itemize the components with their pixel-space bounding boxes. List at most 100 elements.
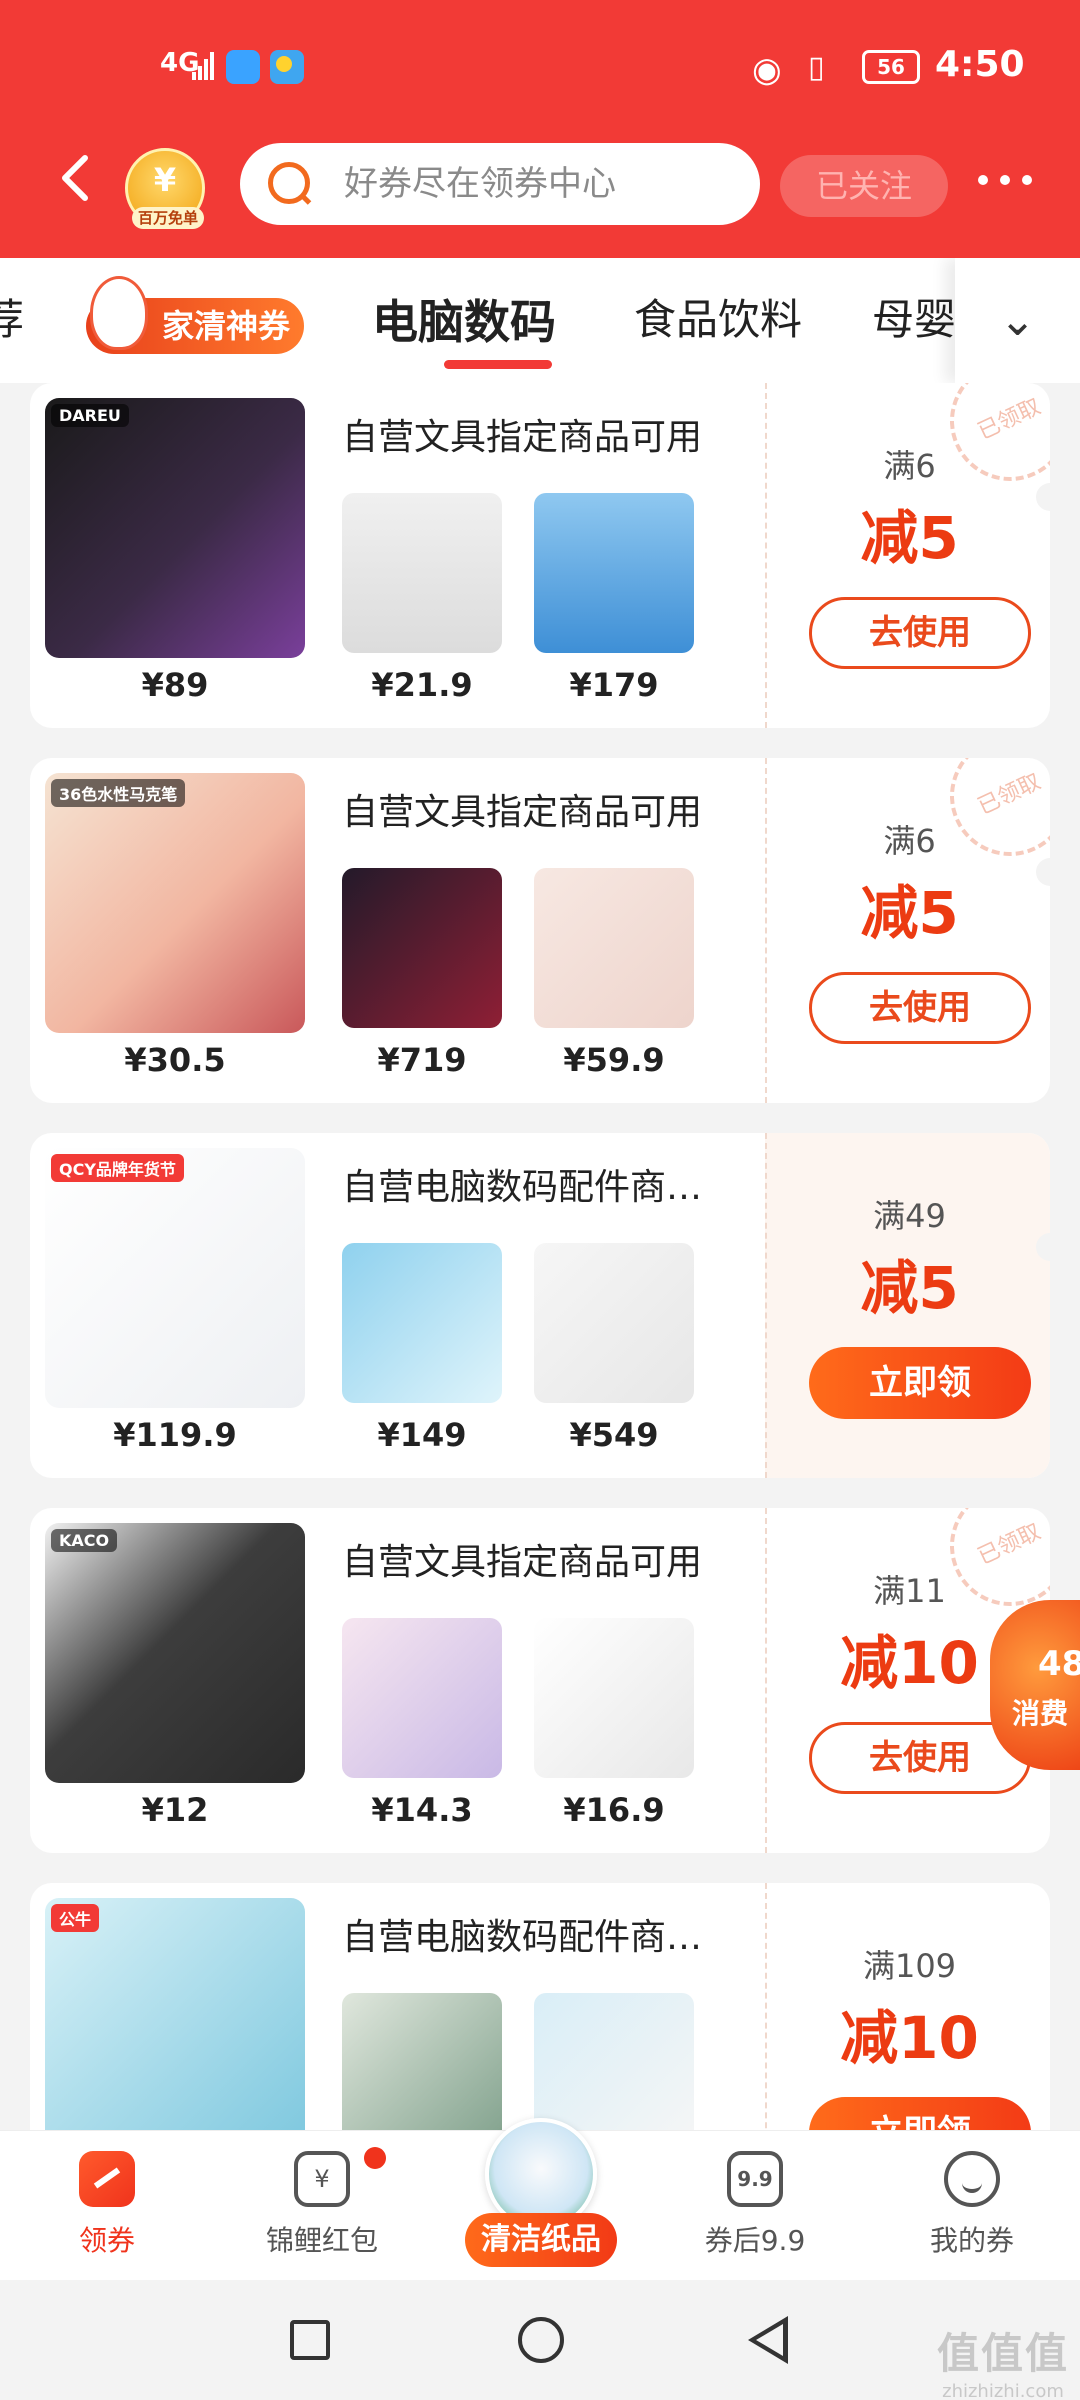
back-triangle-icon[interactable] [748, 2316, 788, 2364]
product-thumb-rog-keyboard[interactable] [342, 868, 502, 1028]
floating-consumption-promo[interactable]: 48 消费 [990, 1600, 1080, 1770]
product-image-power-strip[interactable]: 公牛 [45, 1898, 305, 2130]
product-image-markers[interactable]: 36色水性马克笔 [45, 773, 305, 1033]
product-image-earbuds[interactable]: QCY品牌年货节 [45, 1148, 305, 1408]
nav-cleaning-paper[interactable]: 清洁纸品 [465, 2118, 617, 2268]
nav-my-coupons[interactable]: 我的券 [882, 2151, 1062, 2259]
more-button[interactable] [975, 160, 1045, 206]
product-thumb-laptop-stand[interactable] [342, 1993, 502, 2130]
tab-recommend[interactable]: 荐 [0, 286, 24, 347]
yuan-icon: ¥ [153, 161, 177, 199]
product-brand-tag: DAREU [51, 404, 129, 427]
coupon-card[interactable]: KACO ¥12 自营文具指定商品可用 ¥14.3 ¥16.9 已领取 满11 … [30, 1508, 1050, 1853]
more-dots-icon [978, 175, 1032, 185]
product-image-gaming-mouse[interactable]: DAREU [45, 398, 305, 658]
watermark: 值值值 zhizhizhi.com [928, 2320, 1078, 2400]
coupon-title: 自营文具指定商品可用 [342, 417, 703, 458]
coupon-title: 自营文具指定商品可用 [342, 1542, 703, 1583]
watermark-logo: 值值值 [936, 2329, 1069, 2378]
nav-label: 清洁纸品 [465, 2213, 617, 2267]
system-nav-bar [0, 2280, 1080, 2400]
thumb-price: ¥14.3 [371, 1791, 473, 1829]
coupon-offer: 满49 减5 立即领 [765, 1133, 1050, 1478]
nav-label: 领券 [78, 2224, 135, 2257]
status-bar: 4G ◉ ▯ 56 4:50 [0, 0, 1080, 135]
nav-coupons[interactable]: 领券 [17, 2151, 197, 2259]
thumb-price: ¥16.9 [563, 1791, 665, 1829]
recent-apps-icon[interactable] [290, 2320, 330, 2360]
tab-promo-home-clean[interactable]: 家清神券 [86, 276, 304, 354]
product-thumb-oppo-earbuds[interactable] [534, 1993, 694, 2130]
product-thumb-keyboard[interactable] [534, 493, 694, 653]
product-brand-tag: KACO [51, 1529, 118, 1552]
product-thumb-acer-mouse[interactable] [534, 1618, 694, 1778]
claim-coupon-button[interactable]: 立即领 [809, 2097, 1031, 2130]
search-icon [268, 162, 310, 204]
chevron-down-icon: ⌄ [999, 295, 1036, 346]
rabbit-mascot-icon [90, 276, 148, 350]
product-thumb-oppo-earbuds[interactable] [342, 1243, 502, 1403]
coupon-condition: 满109 [862, 1947, 957, 1985]
product-image-pencil-box[interactable]: KACO [45, 1523, 305, 1783]
use-coupon-button[interactable]: 去使用 [809, 597, 1031, 669]
use-coupon-button[interactable]: 去使用 [809, 972, 1031, 1044]
coupon-amount: 减5 [860, 504, 959, 572]
coupon-condition: 满11 [873, 1572, 946, 1610]
coupon-amount: 减5 [860, 879, 959, 947]
coupon-condition: 满49 [873, 1197, 946, 1235]
product-thumb-pink-pens[interactable] [342, 1618, 502, 1778]
thumb-price: ¥719 [377, 1041, 467, 1079]
nav-label: 锦鲤红包 [265, 2224, 378, 2257]
follow-button[interactable]: 已关注 [780, 155, 948, 217]
tab-mother-baby[interactable]: 母婴 [872, 286, 956, 347]
back-button[interactable] [55, 148, 99, 208]
nav-lucky-red-packet[interactable]: ¥ 锦鲤红包 [232, 2147, 412, 2259]
coupon-card[interactable]: 公牛 自营电脑数码配件商… 满109 减10 立即领 [30, 1883, 1050, 2130]
vibrate-icon: ▯ [808, 50, 825, 85]
free-order-badge[interactable]: ¥ 百万免单 [125, 148, 205, 229]
tab-promo-label: 家清神券 [161, 307, 290, 345]
search-bar[interactable]: 好券尽在领券中心 [240, 143, 760, 225]
eye-comfort-icon: ◉ [752, 50, 782, 90]
thumb-price: ¥549 [569, 1416, 659, 1454]
coupon-condition: 满6 [883, 822, 936, 860]
product-thumb-pink-mouse[interactable] [534, 868, 694, 1028]
thumb-price: ¥179 [569, 666, 659, 704]
category-tabs: 荐 家清神券 电脑数码 食品饮料 母婴 ⌄ [0, 258, 1080, 383]
product-thumb-storage-case[interactable] [534, 1243, 694, 1403]
product-brand-tag: 36色水性马克笔 [51, 779, 186, 807]
signal-icon [192, 52, 214, 80]
coupon-card[interactable]: 36色水性马克笔 ¥30.5 自营文具指定商品可用 ¥719 ¥59.9 已领取… [30, 758, 1050, 1103]
coupon-list[interactable]: DAREU ¥89 自营文具指定商品可用 ¥21.9 ¥179 已领取 满6 减… [0, 383, 1080, 2130]
coupon-card[interactable]: QCY品牌年货节 ¥119.9 自营电脑数码配件商… ¥149 ¥549 满49… [30, 1133, 1050, 1478]
coupon-card[interactable]: DAREU ¥89 自营文具指定商品可用 ¥21.9 ¥179 已领取 满6 减… [30, 383, 1050, 728]
claim-coupon-button[interactable]: 立即领 [809, 1347, 1031, 1419]
promo-number: 48 [1038, 1644, 1080, 1684]
coupon-amount: 减5 [860, 1254, 959, 1322]
coupon-title: 自营电脑数码配件商… [342, 1917, 703, 1958]
nav-after-coupon-9-9[interactable]: 9.9 券后9.9 [665, 2151, 845, 2259]
thumb-price: ¥21.9 [371, 666, 473, 704]
promo-label: 消费 [1012, 1697, 1069, 1730]
notification-dot [364, 2147, 386, 2169]
badge-caption: 百万免单 [132, 207, 204, 229]
tab-food-drink[interactable]: 食品饮料 [634, 286, 802, 347]
clock: 4:50 [935, 44, 1025, 85]
coupon-amount: 减10 [840, 2004, 979, 2072]
coupon-title: 自营文具指定商品可用 [342, 792, 703, 833]
coupon-icon [79, 2151, 135, 2207]
thumb-price: ¥149 [377, 1416, 467, 1454]
product-price: ¥30.5 [124, 1041, 226, 1079]
home-icon[interactable] [518, 2317, 564, 2363]
nav-label: 我的券 [929, 2224, 1014, 2257]
smile-icon [944, 2151, 1000, 2207]
battery-icon: 56 [862, 50, 920, 84]
product-thumb-pens[interactable] [342, 493, 502, 653]
active-tab-indicator [444, 360, 552, 369]
tab-computer-digital[interactable]: 电脑数码 [372, 286, 556, 352]
expand-tabs-button[interactable]: ⌄ [955, 258, 1080, 383]
coupon-title: 自营电脑数码配件商… [342, 1167, 703, 1208]
chevron-left-icon [62, 155, 88, 201]
search-placeholder: 好券尽在领券中心 [344, 164, 616, 204]
coupon-condition: 满6 [883, 447, 936, 485]
